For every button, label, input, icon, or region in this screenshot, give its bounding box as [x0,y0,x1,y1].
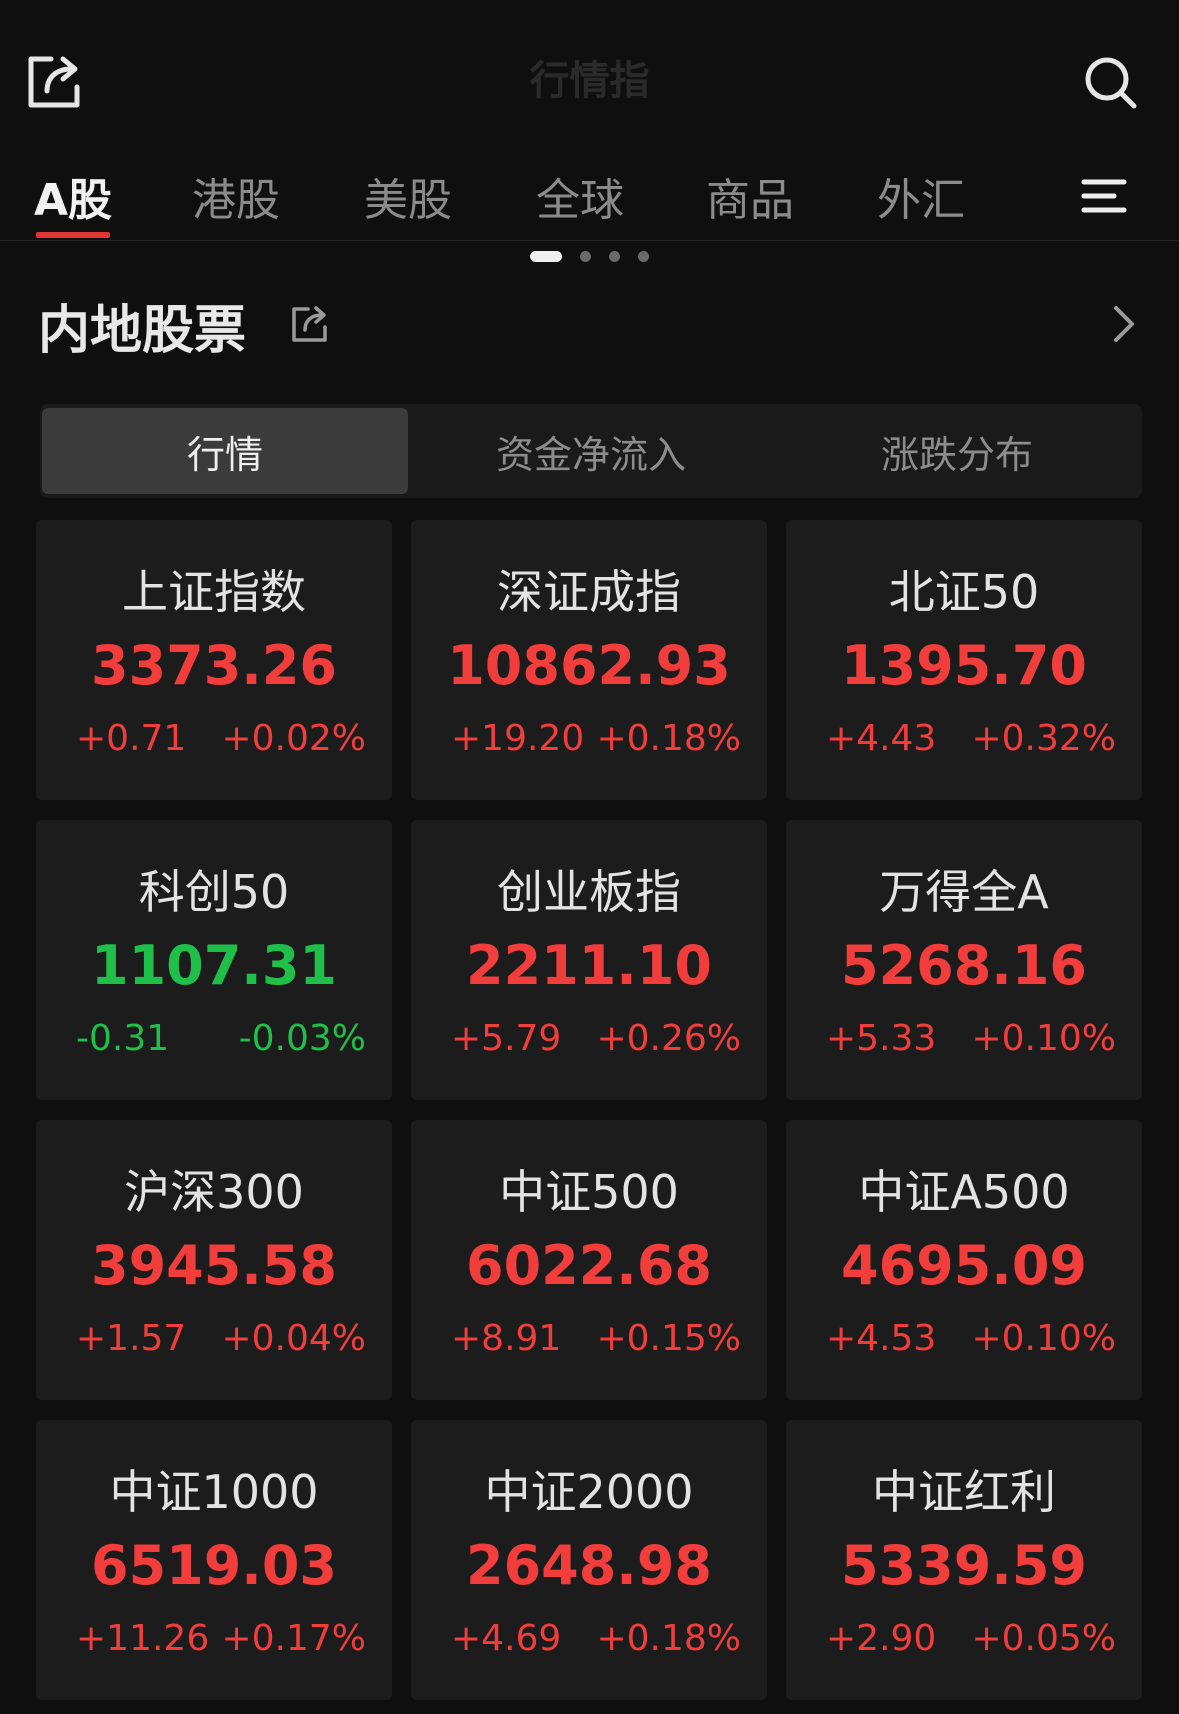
index-change-percent: +0.02% [221,718,366,759]
index-name: 万得全A [879,865,1049,919]
tab-a-shares[interactable]: A股 [34,164,112,228]
index-price: 1107.31 [91,934,337,997]
segment-distribution[interactable]: 涨跌分布 [774,404,1140,498]
index-card[interactable]: 北证50 1395.70 +4.43 +0.32% [786,520,1142,800]
tab-us-stocks[interactable]: 美股 [364,164,452,228]
index-card[interactable]: 中证红利 5339.59 +2.90 +0.05% [786,1420,1142,1700]
index-change-percent: +0.04% [221,1318,366,1359]
index-card[interactable]: 万得全A 5268.16 +5.33 +0.10% [786,820,1142,1100]
index-card[interactable]: 科创50 1107.31 -0.31 -0.03% [36,820,392,1100]
index-card[interactable]: 沪深300 3945.58 +1.57 +0.04% [36,1120,392,1400]
tab-commodities[interactable]: 商品 [706,164,794,228]
tab-hk-stocks[interactable]: 港股 [192,164,280,228]
index-change-percent: +0.05% [971,1618,1116,1659]
index-price: 10862.93 [447,634,731,697]
index-name: 创业板指 [497,865,681,919]
index-change-percent: +0.18% [596,718,741,759]
index-change-percent: +0.17% [221,1618,366,1659]
page-dot[interactable] [638,251,649,262]
index-card[interactable]: 中证A500 4695.09 +4.53 +0.10% [786,1120,1142,1400]
index-name: 科创50 [138,865,290,919]
index-change: +1.57 [76,1318,187,1359]
index-price: 4695.09 [841,1234,1087,1297]
index-name: 沪深300 [124,1165,304,1219]
index-price: 2211.10 [466,934,712,997]
search-icon[interactable] [1078,50,1142,114]
tab-forex[interactable]: 外汇 [877,164,965,228]
index-card[interactable]: 中证1000 6519.03 +11.26 +0.17% [36,1420,392,1700]
index-change: +5.33 [826,1018,937,1059]
index-change: +2.90 [826,1618,937,1659]
index-price: 6022.68 [466,1234,712,1297]
share-icon[interactable] [290,304,334,348]
index-change: -0.31 [76,1018,170,1059]
active-tab-indicator [36,232,110,238]
index-change-percent: +0.15% [596,1318,741,1359]
index-price: 1395.70 [841,634,1087,697]
index-name: 北证50 [888,565,1040,619]
index-card[interactable]: 上证指数 3373.26 +0.71 +0.02% [36,520,392,800]
page-dot[interactable] [530,251,562,262]
index-change-percent: +0.10% [971,1018,1116,1059]
index-change: +4.69 [451,1618,562,1659]
section-header[interactable]: 内地股票 [38,282,1148,361]
index-name: 深证成指 [497,565,681,619]
page-title: 行情指 [529,58,650,104]
index-change-percent: +0.18% [596,1618,741,1659]
index-name: 上证指数 [122,565,306,619]
index-change-percent: -0.03% [238,1018,366,1059]
section-title: 内地股票 [38,301,247,361]
index-card[interactable]: 创业板指 2211.10 +5.79 +0.26% [411,820,767,1100]
index-price: 2648.98 [466,1534,712,1597]
index-name: 中证500 [499,1165,679,1219]
index-change-percent: +0.32% [971,718,1116,759]
index-change-percent: +0.10% [971,1318,1116,1359]
index-card[interactable]: 中证500 6022.68 +8.91 +0.15% [411,1120,767,1400]
index-change: +4.53 [826,1318,937,1359]
top-bar: 行情指 [0,0,1179,150]
index-name: 中证1000 [109,1465,319,1519]
tab-global[interactable]: 全球 [536,164,624,228]
index-change-percent: +0.26% [596,1018,741,1059]
index-price: 3373.26 [91,634,337,697]
index-name: 中证红利 [872,1465,1056,1519]
index-change: +5.79 [451,1018,562,1059]
market-tabs: A股 港股 美股 全球 商品 外汇 [0,150,1179,241]
index-name: 中证2000 [484,1465,694,1519]
page-indicator [0,251,1179,262]
index-name: 中证A500 [858,1165,1070,1219]
segment-net-inflow[interactable]: 资金净流入 [408,404,774,498]
index-price: 5339.59 [841,1534,1087,1597]
menu-icon[interactable] [1072,168,1136,224]
segmented-control: 行情 资金净流入 涨跌分布 [40,404,1142,498]
index-price: 6519.03 [91,1534,337,1597]
index-change: +19.20 [451,718,585,759]
chevron-right-icon[interactable] [1108,302,1148,350]
index-change: +8.91 [451,1318,562,1359]
index-price: 3945.58 [91,1234,337,1297]
index-card[interactable]: 深证成指 10862.93 +19.20 +0.18% [411,520,767,800]
index-change: +0.71 [76,718,187,759]
segment-quotes[interactable]: 行情 [42,408,408,494]
index-change: +11.26 [76,1618,210,1659]
page-dot[interactable] [609,251,620,262]
index-price: 5268.16 [841,934,1087,997]
index-change: +4.43 [826,718,937,759]
index-card[interactable]: 中证2000 2648.98 +4.69 +0.18% [411,1420,767,1700]
page-dot[interactable] [580,251,591,262]
